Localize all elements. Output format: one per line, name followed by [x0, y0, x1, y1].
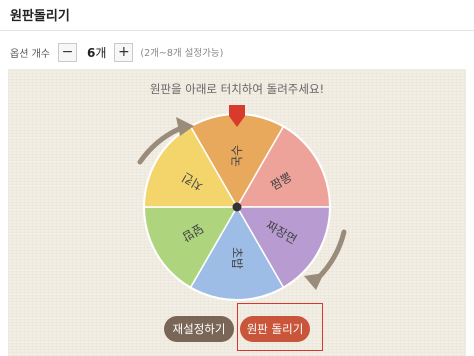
- reset-button[interactable]: 재설정하기: [164, 316, 234, 342]
- spin-button[interactable]: 원판 돌리기: [240, 316, 310, 342]
- roulette-area: 국수짬뽕짜장면초밥덮밥치킨: [137, 105, 347, 301]
- wheel-hub: [232, 202, 242, 212]
- roulette-wheel[interactable]: 국수짬뽕짜장면초밥덮밥치킨: [143, 113, 331, 301]
- wheel-segment-label: 국수: [230, 145, 244, 167]
- wheel-segment-label: 초밥: [230, 247, 244, 269]
- rotate-arrow-right-head-icon: [304, 273, 324, 290]
